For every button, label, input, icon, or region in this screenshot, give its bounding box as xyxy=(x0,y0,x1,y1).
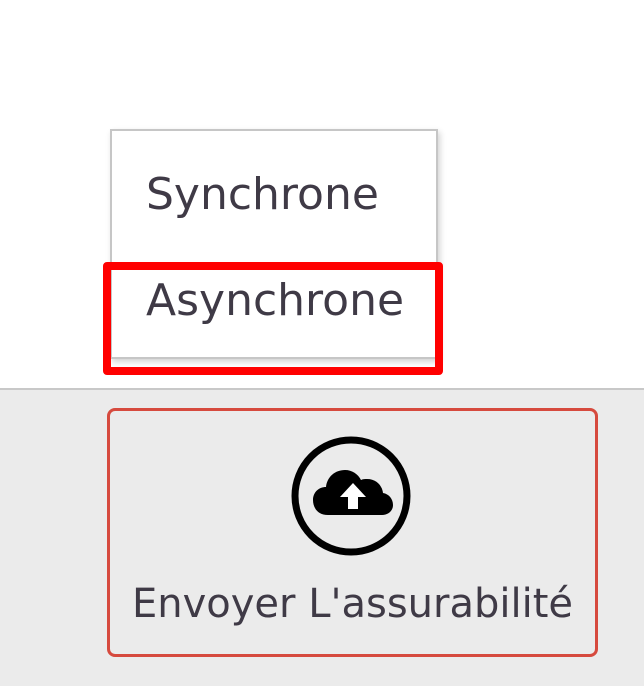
cloud-upload-icon xyxy=(291,436,411,556)
menu-item-synchrone[interactable]: Synchrone xyxy=(112,139,436,249)
menu-item-asynchrone[interactable]: Asynchrone xyxy=(112,250,436,350)
send-insurability-button[interactable]: Envoyer L'assurabilité xyxy=(107,408,598,657)
menu-item-label: Synchrone xyxy=(146,168,379,220)
menu-item-label: Asynchrone xyxy=(146,274,405,326)
send-insurability-label: Envoyer L'assurabilité xyxy=(131,581,573,627)
mode-dropdown-menu: Synchrone Asynchrone xyxy=(110,129,438,359)
